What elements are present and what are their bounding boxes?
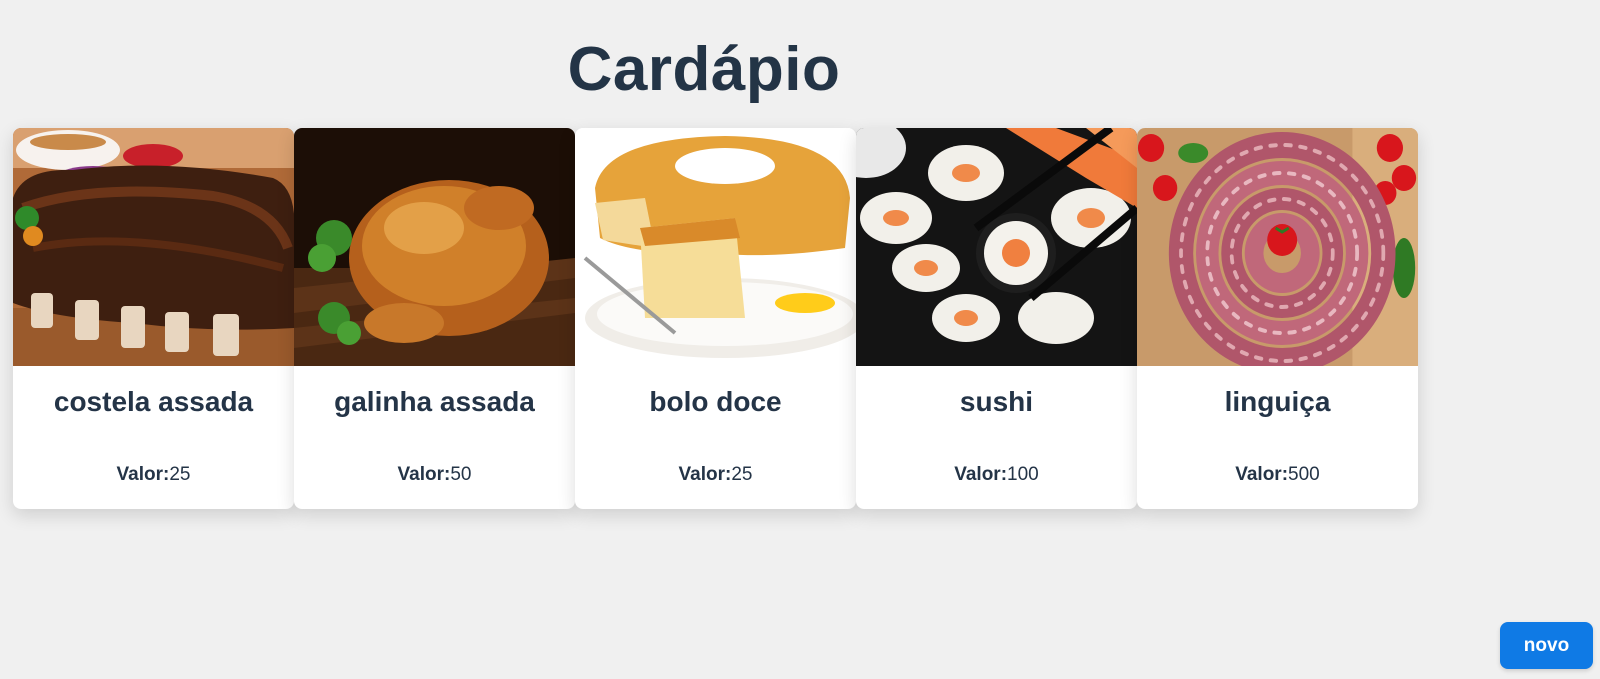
price-value: 100	[1007, 464, 1039, 485]
price-value: 25	[169, 464, 191, 485]
card-title: costela assada	[53, 386, 254, 417]
sushi-photo	[856, 128, 1137, 366]
card-price: Valor:500	[1137, 464, 1418, 486]
price-label: Valor:	[1235, 464, 1289, 485]
card-price: Valor:100	[856, 464, 1137, 486]
menu-card-linguica[interactable]: linguiça Valor:500	[1137, 128, 1418, 509]
price-label: Valor:	[678, 464, 732, 485]
new-item-button[interactable]: novo	[1500, 622, 1593, 669]
card-title: sushi	[959, 386, 1034, 417]
roast-chicken-photo	[294, 128, 575, 366]
card-title: bolo doce	[649, 386, 782, 417]
menu-card-galinha-assada[interactable]: galinha assada Valor:50	[294, 128, 575, 509]
card-price: Valor:25	[13, 464, 294, 486]
menu-card-sushi[interactable]: sushi Valor:100	[856, 128, 1137, 509]
price-label: Valor:	[954, 464, 1008, 485]
ribs-photo	[13, 128, 294, 366]
menu-card-bolo-doce[interactable]: bolo doce Valor:25	[575, 128, 856, 509]
price-value: 50	[450, 464, 472, 485]
sweet-cake-photo	[575, 128, 856, 366]
sausage-photo	[1137, 128, 1418, 366]
menu-card-list: costela assada Valor:25 galinha assada V…	[13, 128, 1437, 509]
card-price: Valor:25	[575, 464, 856, 486]
price-value: 500	[1288, 464, 1320, 485]
card-price: Valor:50	[294, 464, 575, 486]
menu-card-costela-assada[interactable]: costela assada Valor:25	[13, 128, 294, 509]
price-label: Valor:	[116, 464, 170, 485]
card-title: linguiça	[1224, 386, 1331, 417]
page-title: Cardápio	[567, 35, 841, 104]
card-title: galinha assada	[334, 386, 535, 417]
price-value: 25	[731, 464, 753, 485]
price-label: Valor:	[397, 464, 451, 485]
